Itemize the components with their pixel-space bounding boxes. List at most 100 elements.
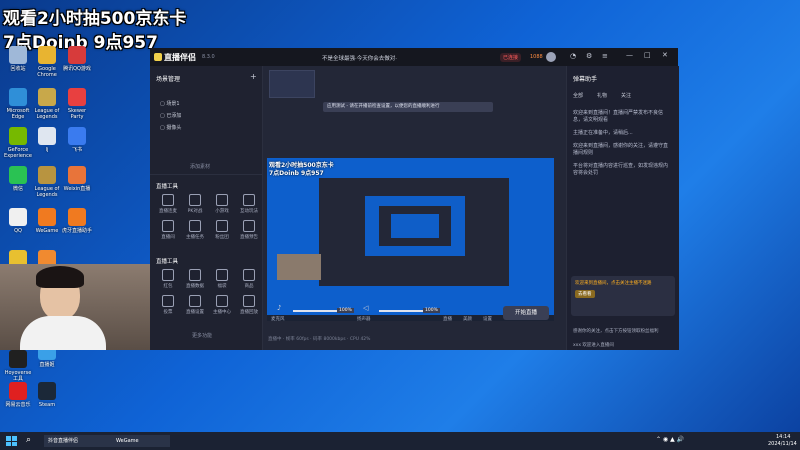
mic-icon[interactable]: ♪: [277, 304, 281, 312]
close-icon[interactable]: ✕: [662, 51, 668, 59]
more-functions-link[interactable]: 更多功能: [192, 332, 212, 339]
tool-button[interactable]: 商品: [237, 269, 261, 289]
add-scene-plus-icon[interactable]: +: [250, 72, 257, 81]
desktop-shortcut[interactable]: lj: [31, 127, 63, 153]
windows-taskbar: ⌕ 抖音直播伴侣 WeGame ⌃ ◉ ▲ 🔊 14:14 2024/11/14: [0, 432, 800, 450]
nested-webcam: [277, 254, 321, 280]
tool-label: 小游戏: [215, 209, 229, 214]
tool-button[interactable]: 直播数据: [183, 269, 207, 289]
desktop-shortcut[interactable]: Google Chrome: [31, 46, 63, 78]
desktop-shortcut[interactable]: WeGame: [31, 208, 63, 234]
tool-icon: [243, 295, 255, 307]
settings-icon[interactable]: ⚙: [586, 52, 592, 60]
tool-label: 主播中心: [213, 310, 231, 315]
tool-label: 直播间: [161, 235, 175, 240]
tool-button[interactable]: 投票: [156, 295, 180, 315]
desktop-shortcut-label: 腾讯QQ游戏: [63, 66, 91, 72]
tool-button[interactable]: PK对战: [183, 194, 207, 214]
tool-icon: [216, 220, 228, 232]
tool-button[interactable]: 红包: [156, 269, 180, 289]
bottom-tool-button[interactable]: 设置: [483, 316, 492, 322]
bottom-tool-button[interactable]: 美颜: [463, 316, 472, 322]
desktop-shortcut[interactable]: Weixin直播: [61, 166, 93, 192]
taskbar-app-2[interactable]: WeGame: [112, 435, 170, 447]
tool-button[interactable]: 主播中心: [210, 295, 234, 315]
desktop-shortcut[interactable]: League of Legends: [31, 166, 63, 198]
bell-icon[interactable]: ◔: [570, 52, 576, 60]
tool-icon: [162, 220, 174, 232]
desktop-shortcut-label: 飞书: [71, 147, 82, 153]
app-logo-icon: [154, 53, 162, 61]
scene-item[interactable]: ▢ 场景1: [160, 100, 181, 107]
league-of-legends-icon: [38, 88, 56, 106]
desktop-shortcut[interactable]: 网易云音乐: [2, 382, 34, 408]
desktop-shortcut[interactable]: 微信: [2, 166, 34, 192]
desktop-shortcut[interactable]: 回收站: [2, 46, 34, 72]
mic-label: 麦克风: [271, 317, 285, 322]
windows-start-icon[interactable]: [6, 436, 17, 446]
search-icon[interactable]: ⌕: [26, 435, 31, 445]
desktop-shortcut-label: Microsoft Edge: [6, 108, 30, 120]
desktop-shortcut[interactable]: QQ: [2, 208, 34, 234]
tool-button[interactable]: 小游戏: [210, 194, 234, 214]
chat-tab[interactable]: 关注: [621, 93, 631, 99]
desktop-shortcut[interactable]: Hoyoverse 工具: [2, 350, 34, 382]
desktop-shortcut[interactable]: 飞书: [61, 127, 93, 153]
taskbar-app-1[interactable]: 抖音直播伴侣: [44, 435, 112, 447]
mic-volume-value: 100%: [337, 308, 354, 313]
user-avatar[interactable]: [546, 52, 556, 62]
tool-button[interactable]: 直播预告: [237, 220, 261, 240]
qq-game-icon: [68, 46, 86, 64]
tool-label: 福袋: [217, 284, 227, 289]
chat-panel: 弹幕助手 全部 礼物 关注 欢迎来到直播间！直播间严禁发布不良信息，请文明观看 主播正…: [566, 66, 679, 350]
minimize-icon[interactable]: —: [626, 51, 633, 59]
tool-button[interactable]: 直播设置: [183, 295, 207, 315]
bottom-tool-button[interactable]: 直播: [443, 316, 452, 322]
chat-tab[interactable]: 礼物: [597, 93, 607, 99]
desktop-shortcut[interactable]: GeForce Experience: [2, 127, 34, 159]
start-stream-button[interactable]: 开始直播: [503, 306, 549, 320]
app-version: 8.3.0: [202, 54, 215, 60]
desktop-shortcut-label: lj: [45, 147, 49, 153]
stream-title[interactable]: 不是全球最强·今天你会去做对·: [322, 54, 397, 62]
chat-tab[interactable]: 全部: [573, 93, 583, 99]
fox-app-icon: [38, 208, 56, 226]
desktop-shortcut[interactable]: Microsoft Edge: [2, 88, 34, 120]
speaker-icon[interactable]: ◁: [363, 304, 368, 312]
desktop-shortcut[interactable]: Steam: [31, 382, 63, 408]
scene-item[interactable]: ▢ 已添加: [160, 112, 181, 119]
tool-button[interactable]: 福袋: [210, 269, 234, 289]
desktop-shortcut[interactable]: Skewer Party: [61, 88, 93, 120]
tool-button[interactable]: 主播任务: [183, 220, 207, 240]
clock-date[interactable]: 2024/11/14: [768, 441, 797, 447]
lark-icon: [68, 127, 86, 145]
file-icon: [38, 127, 56, 145]
tool-button[interactable]: 互动玩法: [237, 194, 261, 214]
tool-button[interactable]: 直播间: [156, 220, 180, 240]
speaker-volume-slider[interactable]: [379, 310, 423, 312]
functions-section-title: 直播工具: [156, 259, 179, 265]
desktop-shortcut[interactable]: League of Legends: [31, 88, 63, 120]
desktop-shortcut[interactable]: 腾讯QQ游戏: [61, 46, 93, 72]
tool-button[interactable]: 直播连麦: [156, 194, 180, 214]
tool-icon: [243, 220, 255, 232]
scene-item[interactable]: ▢ 摄像头: [160, 124, 181, 131]
tool-button[interactable]: 粉丝团: [210, 220, 234, 240]
tool-label: 主播任务: [186, 235, 204, 240]
mic-volume-slider[interactable]: [293, 310, 337, 312]
tool-label: 直播设置: [186, 310, 204, 315]
chat-highlight-button[interactable]: 去看看: [575, 290, 595, 298]
tool-button[interactable]: 直播回放: [237, 295, 261, 315]
desktop-shortcut[interactable]: 虎牙直播助手: [61, 208, 93, 234]
maximize-icon[interactable]: □: [644, 51, 651, 59]
stream-preview[interactable]: 观看2小时抽500京东卡 7点Doinb 9点957: [267, 158, 554, 321]
clock-time[interactable]: 14:14: [776, 434, 790, 440]
add-material-button[interactable]: 添加素材: [190, 163, 210, 170]
live-thumbnail[interactable]: [269, 70, 315, 98]
status-bar: 直播中 · 帧率 60fps · 码率 8000kbps · CPU 42%: [268, 337, 371, 342]
wechat-icon: [9, 166, 27, 184]
audio-controls: ♪ 麦克风 100% ◁ 扬声器 100% 直播 美颜 设置 开始直播: [267, 302, 554, 326]
taskbar-app-1-label: 抖音直播伴侣: [48, 438, 79, 444]
chat-message: 欢迎来到直播间，感谢你的关注，请遵守直播间规则: [573, 143, 669, 156]
menu-icon[interactable]: ≡: [602, 52, 608, 60]
